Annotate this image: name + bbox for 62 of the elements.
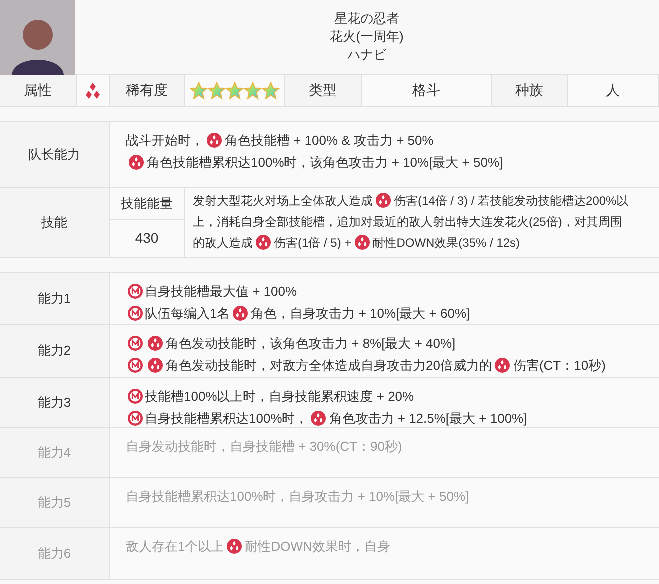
star-icon [226, 82, 244, 100]
element-icon [207, 133, 222, 148]
star-icon [190, 82, 208, 100]
ability-text: 角色攻击力 + 12.5%[最大 + 100%] [329, 411, 528, 426]
element-icon [233, 306, 248, 321]
row-label: 能力2 [38, 342, 72, 360]
ability-text: 自身技能槽累积达100%时， [145, 411, 308, 426]
stat-label: 种族 [516, 81, 544, 100]
ability-text: 角色发动技能时，该角色攻击力 + 8%[最大 + 40%] [166, 336, 456, 351]
ability-text: 角色技能槽累积达100%时，该角色攻击力 + 10%[最大 + 50%] [147, 155, 504, 170]
element-icon [256, 235, 271, 250]
character-name: ハナビ [348, 46, 386, 64]
m-badge-icon [128, 358, 143, 373]
ability-text: 技能槽100%以上时，自身技能累积速度 + 20% [145, 389, 414, 404]
ability-text: 耐性DOWN效果(35% / 12s) [372, 236, 520, 250]
element-icon [227, 539, 242, 554]
ability-text: 角色，自身攻击力 + 10%[最大 + 60%] [251, 306, 470, 321]
ability-text: 角色技能槽 + 100% & 攻击力 + 50% [225, 133, 434, 148]
stat-label: 类型 [309, 81, 337, 100]
row-label: 能力3 [38, 394, 72, 412]
element-icon [376, 193, 391, 208]
ability-text: 自身技能槽最大值 + 100% [145, 284, 298, 299]
element-icon [354, 235, 370, 250]
row-label: 能力1 [38, 290, 72, 308]
stat-label: 稀有度 [126, 81, 168, 100]
ability-text: 发射大型花火对场上全体敌人造成 [193, 194, 373, 208]
energy-value: 430 [135, 229, 159, 248]
stat-label: 属性 [24, 81, 52, 100]
m-badge-icon [128, 306, 143, 321]
m-badge-icon [128, 389, 143, 404]
ability-text: 伤害(1倍 / 5) + [274, 236, 352, 250]
energy-label: 技能能量 [121, 194, 173, 213]
ability-text: 伤害(CT：10秒) [513, 358, 606, 373]
element-icon [148, 358, 163, 373]
m-badge-icon [128, 284, 143, 299]
ability-text: 战斗开始时， [126, 133, 204, 148]
element-icon [148, 336, 163, 351]
row-label: 能力4 [38, 444, 72, 462]
stat-value: 人 [606, 81, 620, 100]
ability-text: 队伍每编入1名 [145, 306, 230, 321]
stat-value: 格斗 [412, 81, 440, 100]
diamonds-icon [85, 82, 101, 98]
ability-text: 上，消耗自身全部技能槽，追加对最近的敌人射出特大连发花火(25倍)，对其周围 [193, 215, 622, 229]
star-icon [208, 82, 226, 100]
ability-text: 敌人存在1个以上 [126, 539, 224, 554]
character-name: 星花の忍者 [334, 10, 400, 28]
row-label: 能力6 [38, 544, 72, 563]
ability-text: 自身技能槽累积达100%时，自身攻击力 + 10%[最大 + 50%] [126, 489, 470, 504]
ability-text: 伤害(14倍 / 3) / 若技能发动技能槽达200%以 [394, 194, 629, 208]
star-icon [262, 82, 280, 100]
character-name: 花火(一周年) [330, 28, 404, 46]
ability-text: 角色发动技能时，对敌方全体造成自身攻击力20倍威力的 [166, 358, 492, 373]
ability-text: 自身发动技能时，自身技能槽 + 30%(CT：90秒) [126, 439, 402, 454]
star-icon [244, 82, 262, 100]
ability-text: 的敌人造成 [193, 236, 253, 250]
m-badge-icon [128, 336, 143, 351]
row-label: 技能 [42, 214, 68, 232]
ability-text: 耐性DOWN效果时，自身 [245, 539, 390, 554]
row-label: 能力5 [38, 494, 72, 512]
row-label: 队长能力 [28, 146, 80, 164]
element-icon [129, 155, 144, 170]
element-icon [495, 358, 510, 373]
